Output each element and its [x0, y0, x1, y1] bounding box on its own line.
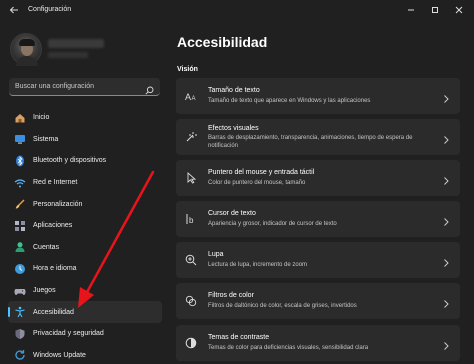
sidebar-item-label: Personalización: [33, 200, 83, 208]
chevron-right-icon: [442, 296, 450, 309]
setting-description: Temas de color para deficiencias visuale…: [208, 344, 369, 351]
chevron-right-icon: [442, 214, 450, 227]
sidebar-item-cuentas[interactable]: Cuentas: [8, 237, 162, 259]
sidebar-item-label: Inicio: [33, 114, 50, 122]
sidebar-item-label: Privacidad y seguridad: [33, 330, 104, 338]
setting-description: Barras de desplazamiento, transparencia,…: [208, 135, 413, 150]
sidebar-item-red[interactable]: Red e Internet: [8, 172, 162, 194]
setting-title: Filtros de color: [208, 292, 254, 300]
setting-description: Filtros de daltónico de color, escala de…: [208, 303, 357, 310]
shield-icon: [14, 328, 26, 340]
sidebar-item-privacidad[interactable]: Privacidad y seguridad: [8, 323, 162, 345]
search-input[interactable]: Buscar una configuración: [15, 83, 94, 90]
sidebar-item-juegos[interactable]: Juegos: [8, 280, 162, 302]
home-icon: [14, 112, 26, 124]
magnifier-icon: [185, 254, 197, 266]
setting-title: Tamaño de texto: [208, 87, 260, 94]
avatar: [10, 33, 42, 66]
sidebar-item-inicio[interactable]: Inicio: [8, 107, 162, 129]
system-icon: [14, 133, 26, 145]
app-title: Configuración: [28, 6, 72, 13]
text-cursor-icon: b: [185, 213, 197, 225]
settings-list: AA Tamaño de texto Tamaño de texto que a…: [176, 78, 460, 364]
sidebar-item-aplicaciones[interactable]: Aplicaciones: [8, 215, 162, 237]
mouse-pointer-icon: [185, 172, 197, 184]
sidebar-item-label: Juegos: [33, 287, 56, 295]
setting-card-filtros-color[interactable]: Filtros de color Filtros de daltónico de…: [176, 283, 460, 320]
setting-description: Tamaño de texto que aparece en Windows y…: [208, 98, 371, 104]
setting-card-tamano-texto[interactable]: AA Tamaño de texto Tamaño de texto que a…: [176, 78, 460, 114]
setting-card-lupa[interactable]: Lupa Lectura de lupa, incremento de zoom: [176, 242, 460, 279]
sidebar-item-hora-idioma[interactable]: Hora e idioma: [8, 258, 162, 280]
sidebar-item-label: Accesibilidad: [33, 308, 74, 316]
brush-icon: [14, 198, 26, 210]
apps-icon: [14, 220, 26, 232]
contrast-icon: [185, 337, 197, 349]
setting-title: Lupa: [208, 251, 224, 259]
setting-title: Puntero del mouse y entrada táctil: [208, 169, 315, 177]
user-email-redacted: [48, 52, 88, 58]
svg-text:A: A: [192, 96, 196, 102]
color-filter-icon: [185, 295, 197, 307]
sidebar-item-label: Aplicaciones: [33, 222, 73, 230]
setting-title: Cursor de texto: [208, 210, 256, 218]
sidebar-item-accesibilidad[interactable]: Accesibilidad: [8, 301, 162, 323]
wifi-icon: [14, 177, 26, 189]
gamepad-icon: [14, 285, 26, 297]
chevron-right-icon: [442, 132, 450, 144]
back-arrow-icon[interactable]: [8, 4, 20, 16]
account-icon: [14, 241, 26, 253]
sidebar-item-label: Windows Update: [33, 351, 86, 359]
search-icon[interactable]: [145, 82, 154, 95]
setting-description: Apariencia y grosor, indicador de cursor…: [208, 221, 337, 228]
setting-description: Color de puntero del mouse, tamaño: [208, 180, 306, 187]
setting-title: Temas de contraste: [208, 333, 270, 341]
accessibility-icon: [14, 306, 26, 318]
setting-card-efectos-visuales[interactable]: Efectos visuales Barras de desplazamient…: [176, 119, 460, 156]
setting-title: Efectos visuales: [208, 125, 259, 133]
search-box[interactable]: Buscar una configuración: [9, 78, 160, 96]
sidebar-item-label: Bluetooth y dispositivos: [33, 157, 107, 165]
bluetooth-icon: [14, 155, 26, 167]
sidebar-nav: Inicio Sistema Bluetooth y dispositivos …: [8, 107, 162, 364]
chevron-right-icon: [442, 255, 450, 268]
svg-text:b: b: [189, 216, 194, 225]
page-title: Accesibilidad: [177, 34, 268, 50]
update-icon: [14, 349, 26, 361]
sidebar-item-label: Sistema: [33, 135, 59, 143]
sidebar-item-label: Red e Internet: [33, 179, 78, 187]
sidebar-item-windows-update[interactable]: Windows Update: [8, 345, 162, 364]
title-bar: Configuración: [0, 0, 474, 22]
sidebar-item-sistema[interactable]: Sistema: [8, 129, 162, 151]
setting-card-puntero-mouse[interactable]: Puntero del mouse y entrada táctil Color…: [176, 160, 460, 197]
maximize-icon[interactable]: [428, 3, 442, 17]
sidebar-item-personalizacion[interactable]: Personalización: [8, 193, 162, 215]
visual-effects-icon: [185, 131, 197, 143]
text-size-icon: AA: [185, 90, 197, 102]
close-icon[interactable]: [452, 3, 466, 17]
clock-globe-icon: [14, 263, 26, 275]
setting-description: Lectura de lupa, incremento de zoom: [208, 262, 308, 269]
sidebar-item-label: Hora e idioma: [33, 265, 77, 273]
sidebar-item-bluetooth[interactable]: Bluetooth y dispositivos: [8, 150, 162, 172]
chevron-right-icon: [442, 91, 450, 103]
chevron-right-icon: [442, 173, 450, 186]
chevron-right-icon: [442, 338, 450, 350]
svg-text:A: A: [185, 92, 191, 102]
user-name-redacted: [48, 39, 104, 48]
setting-card-temas-contraste[interactable]: Temas de contraste Temas de color para d…: [176, 324, 460, 361]
minimize-icon[interactable]: [404, 3, 418, 17]
sidebar-item-label: Cuentas: [33, 243, 60, 251]
section-heading: Visión: [177, 66, 198, 73]
setting-card-cursor-texto[interactable]: b Cursor de texto Apariencia y grosor, i…: [176, 201, 460, 238]
